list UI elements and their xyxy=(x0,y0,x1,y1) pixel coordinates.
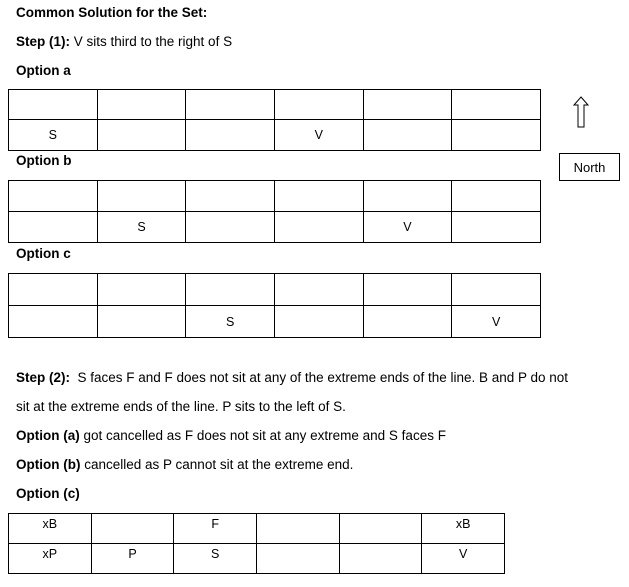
table-cell xyxy=(8,180,98,212)
table-row: xP P S V xyxy=(8,543,505,574)
step2-line2: sit at the extreme ends of the line. P s… xyxy=(16,399,346,414)
table-cell: V xyxy=(451,305,541,338)
table-cell xyxy=(8,89,98,120)
table-cell xyxy=(362,273,453,306)
table-cell: S xyxy=(173,543,257,574)
table-cell xyxy=(451,273,541,306)
option-a-label: Option a xyxy=(16,63,71,78)
table-cell xyxy=(185,211,275,243)
table-cell xyxy=(273,305,364,338)
table-cell xyxy=(255,513,340,544)
table-cell: S xyxy=(8,119,98,151)
table-cell xyxy=(8,305,98,338)
table-cell xyxy=(273,273,364,306)
step1-line: Step (1): V sits third to the right of S xyxy=(16,34,232,49)
table-row xyxy=(8,89,541,120)
table-cell xyxy=(451,119,541,151)
table-cell xyxy=(255,543,340,574)
option-c-label: Option c xyxy=(16,246,71,261)
note-option-b: Option (b) cancelled as P cannot sit at … xyxy=(16,457,353,472)
note-b-label: Option (b) xyxy=(16,457,81,472)
table-cell xyxy=(8,273,98,306)
table-cell xyxy=(96,180,187,212)
note-option-a: Option (a) got cancelled as F does not s… xyxy=(16,428,446,443)
table-cell xyxy=(362,180,453,212)
table-cell xyxy=(362,119,453,151)
north-label: North xyxy=(573,159,606,175)
table-cell xyxy=(273,211,364,243)
step2-label: Step (2): xyxy=(16,370,70,385)
table-cell xyxy=(273,180,364,212)
table-cell xyxy=(96,273,187,306)
table-cell xyxy=(90,513,175,544)
table-cell: xB xyxy=(8,513,92,544)
step2-line1: Step (2): S faces F and F does not sit a… xyxy=(16,370,568,385)
table-cell: P xyxy=(90,543,175,574)
note-a-text: got cancelled as F does not sit at any e… xyxy=(79,428,446,443)
table-row: S V xyxy=(8,211,541,243)
table-row xyxy=(8,180,541,212)
table-row: xB F xB xyxy=(8,513,505,544)
table-cell xyxy=(8,211,98,243)
table-cell: S xyxy=(96,211,187,243)
note-a-label: Option (a) xyxy=(16,428,80,443)
table-cell: xB xyxy=(421,513,505,544)
table-row xyxy=(8,273,541,306)
note-b-text: cancelled as P cannot sit at the extreme… xyxy=(80,457,354,472)
option-c-table: S V xyxy=(8,273,541,338)
option-b-label: Option b xyxy=(16,153,72,168)
table-cell xyxy=(451,180,541,212)
table-cell xyxy=(273,89,364,120)
table-cell: V xyxy=(273,119,364,151)
final-arrangement-table: xB F xB xP P S V xyxy=(8,513,505,574)
table-cell xyxy=(338,513,423,544)
option-b-table: S V xyxy=(8,180,541,243)
note-option-c: Option (c) xyxy=(16,486,80,501)
table-cell xyxy=(96,119,187,151)
table-row: S V xyxy=(8,305,541,338)
table-cell xyxy=(185,119,275,151)
table-cell xyxy=(96,89,187,120)
table-cell xyxy=(451,89,541,120)
table-cell xyxy=(185,273,275,306)
step1-text: V sits third to the right of S xyxy=(70,34,233,49)
table-cell: F xyxy=(173,513,257,544)
table-row: S V xyxy=(8,119,541,151)
north-label-box: North xyxy=(559,153,620,181)
table-cell xyxy=(96,305,187,338)
table-cell xyxy=(451,211,541,243)
table-cell: S xyxy=(185,305,275,338)
step2-text: S faces F and F does not sit at any of t… xyxy=(70,370,569,385)
heading: Common Solution for the Set: xyxy=(16,5,208,20)
step1-label: Step (1): xyxy=(16,34,70,49)
table-cell: V xyxy=(362,211,453,243)
table-cell xyxy=(362,89,453,120)
up-arrow-icon xyxy=(572,96,590,128)
table-cell xyxy=(185,180,275,212)
table-cell xyxy=(185,89,275,120)
table-cell: xP xyxy=(8,543,92,574)
option-a-table: S V xyxy=(8,89,541,151)
table-cell xyxy=(362,305,453,338)
table-cell xyxy=(338,543,423,574)
table-cell: V xyxy=(421,543,505,574)
